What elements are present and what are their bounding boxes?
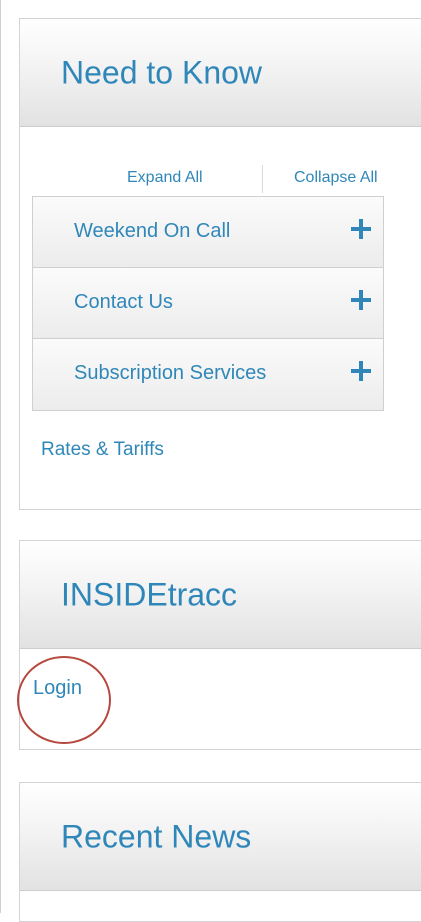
plus-icon[interactable] [351,290,371,310]
expand-collapse-divider [262,165,263,193]
need-to-know-panel: Need to Know Expand All Collapse All Wee… [19,18,421,510]
login-link[interactable]: Login [33,677,82,700]
plus-icon[interactable] [351,361,371,381]
accordion-item-subscription-services[interactable]: Subscription Services [33,339,383,410]
need-to-know-header: Need to Know [20,19,421,127]
expand-collapse-row: Expand All Collapse All [20,156,421,200]
collapse-all-link[interactable]: Collapse All [294,169,378,187]
recent-news-header: Recent News [20,783,421,891]
accordion-item-weekend-on-call[interactable]: Weekend On Call [33,197,383,268]
accordion-item-label: Subscription Services [74,362,267,384]
annotation-circle [17,656,111,744]
insidetracc-header: INSIDEtracc [20,541,421,649]
recent-news-panel: Recent News [19,782,421,922]
rates-tariffs-link[interactable]: Rates & Tariffs [41,439,164,461]
need-to-know-accordion: Weekend On Call Contact Us Subscription … [32,196,384,411]
sidebar-frame: Need to Know Expand All Collapse All Wee… [0,0,421,922]
accordion-item-label: Contact Us [74,291,173,313]
expand-all-link[interactable]: Expand All [127,169,203,187]
recent-news-title: Recent News [61,818,252,854]
plus-icon[interactable] [351,219,371,239]
insidetracc-panel: INSIDEtracc Login [17,540,421,750]
insidetracc-title: INSIDEtracc [61,576,238,612]
accordion-item-label: Weekend On Call [74,220,231,242]
accordion-item-contact-us[interactable]: Contact Us [33,268,383,339]
need-to-know-title: Need to Know [61,54,263,90]
